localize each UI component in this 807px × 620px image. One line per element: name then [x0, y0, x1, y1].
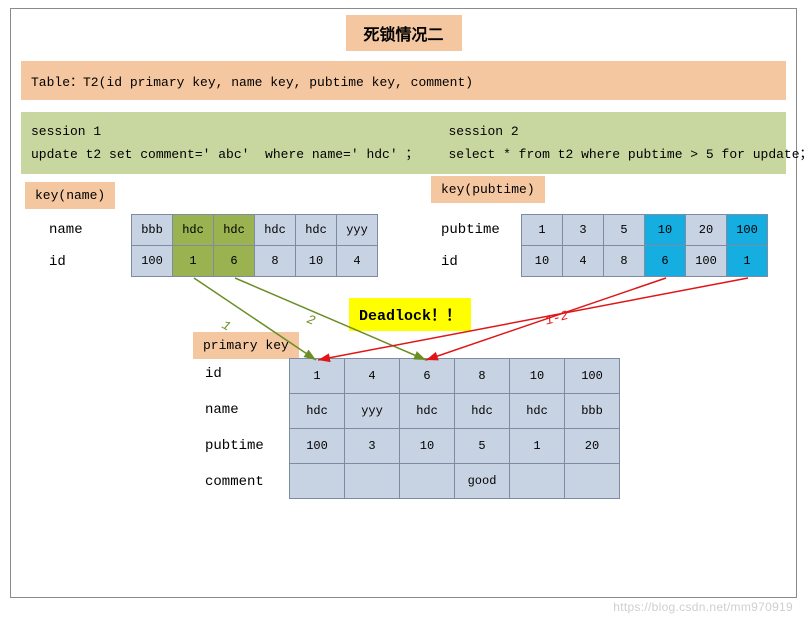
diagram-title: 死锁情况二 — [345, 15, 461, 51]
sessions-box: session 1 update t2 set comment=' abc' w… — [21, 112, 786, 174]
name-index-label-name: name — [49, 222, 83, 238]
pubtime-index-label-id: id — [441, 254, 458, 270]
name-index-row-ids: 100 1 6 8 10 4 — [132, 246, 378, 277]
primary-row-comment: good — [290, 464, 620, 499]
primary-label-id: id — [205, 366, 222, 382]
name-index-table: bbb hdc hdc hdc hdc yyy 100 1 6 8 10 4 — [131, 214, 378, 277]
pubtime-index-row-ids: 10 4 8 6 100 1 — [522, 246, 768, 277]
arrow-label-olive-2: 2 — [305, 312, 318, 329]
pubtime-index-label-pubtime: pubtime — [441, 222, 500, 238]
session-1-title: session 1 — [31, 124, 418, 139]
primary-label-pubtime: pubtime — [205, 438, 264, 454]
pubtime-index-table: 1 3 5 10 20 100 10 4 8 6 100 1 — [521, 214, 768, 277]
primary-row-id: 1 4 6 8 10 100 — [290, 359, 620, 394]
primary-table: 1 4 6 8 10 100 hdc yyy hdc hdc hdc bbb 1… — [289, 358, 620, 499]
watermark: https://blog.csdn.net/mm970919 — [613, 600, 793, 614]
tag-primary-key: primary key — [193, 332, 299, 359]
session-1: session 1 update t2 set comment=' abc' w… — [31, 124, 418, 162]
primary-label-comment: comment — [205, 474, 264, 490]
deadlock-label: Deadlock！！ — [349, 298, 471, 331]
primary-row-name: hdc yyy hdc hdc hdc bbb — [290, 394, 620, 429]
session-1-sql: update t2 set comment=' abc' where name=… — [31, 143, 418, 162]
tag-key-name: key(name) — [25, 182, 115, 209]
diagram-area: key(name) key(pubtime) primary key name … — [21, 182, 786, 562]
tag-key-pubtime: key(pubtime) — [431, 176, 545, 203]
session-2-title: session 2 — [448, 124, 807, 139]
session-2: session 2 select * from t2 where pubtime… — [448, 124, 807, 162]
primary-label-name: name — [205, 402, 239, 418]
name-index-row-names: bbb hdc hdc hdc hdc yyy — [132, 215, 378, 246]
arrow-label-red: 1-2 — [543, 308, 570, 329]
pubtime-index-row-pubtime: 1 3 5 10 20 100 — [522, 215, 768, 246]
session-2-sql: select * from t2 where pubtime > 5 for u… — [448, 143, 807, 162]
name-index-label-id: id — [49, 254, 66, 270]
diagram-frame: 死锁情况二 Table：T2(id primary key, name key,… — [10, 8, 797, 598]
table-schema: Table：T2(id primary key, name key, pubti… — [21, 61, 786, 100]
primary-row-pubtime: 100 3 10 5 1 20 — [290, 429, 620, 464]
